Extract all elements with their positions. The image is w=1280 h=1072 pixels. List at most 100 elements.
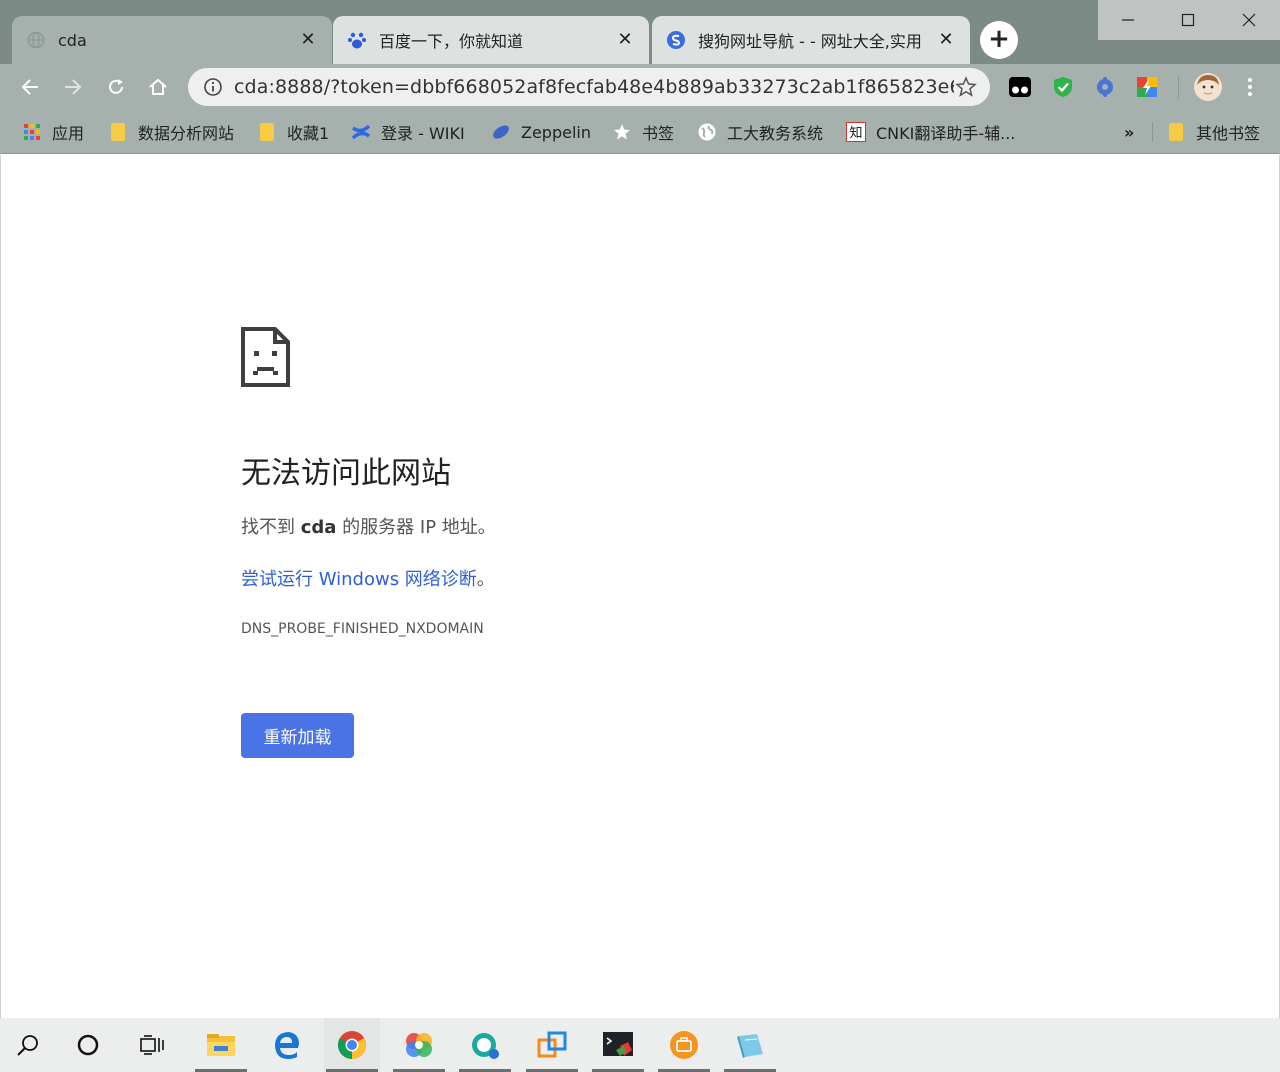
svg-text:知: 知 — [849, 125, 862, 141]
bookmark-wiki[interactable]: 登录 - WIKI — [351, 119, 465, 145]
bookmark-label: 登录 - WIKI — [381, 124, 465, 143]
bookmark-label: Zeppelin — [521, 122, 591, 142]
info-icon[interactable] — [202, 76, 224, 98]
toolbar: cda:8888/?token=dbbf668052af8fecfab48e4b… — [0, 64, 1280, 110]
tab-baidu[interactable]: 百度一下，你就知道 ✕ — [333, 16, 649, 64]
bookmark-folder-favorites[interactable]: 收藏1 — [257, 119, 329, 145]
search-icon — [17, 1035, 38, 1056]
bookmark-school-system[interactable]: 工大教务系统 — [697, 119, 823, 145]
diagnostics-punctuation: 。 — [476, 569, 495, 590]
baidu-paw-icon — [347, 30, 367, 50]
maximize-button[interactable] — [1158, 0, 1218, 40]
reload-page-button[interactable]: 重新加载 — [241, 713, 354, 758]
toolbox-icon — [670, 1031, 698, 1059]
task-view-icon — [140, 1035, 164, 1055]
taskbar-search[interactable] — [0, 1018, 56, 1072]
taskbar-remote-desktop[interactable] — [524, 1018, 580, 1072]
bookmarks-overflow-chevron[interactable]: » — [1124, 119, 1134, 145]
taskbar-toolbox[interactable] — [656, 1018, 712, 1072]
extension-shield[interactable] — [1050, 74, 1076, 100]
chrome-icon — [338, 1031, 366, 1059]
diagnostics-line: 尝试运行 Windows 网络诊断。 — [241, 565, 495, 591]
arrow-left-icon — [21, 79, 38, 95]
minimize-icon — [1122, 19, 1134, 21]
taskbar-notes[interactable] — [722, 1018, 778, 1072]
globe-icon — [697, 122, 717, 142]
home-button[interactable] — [141, 70, 175, 104]
error-title: 无法访问此网站 — [241, 456, 451, 491]
taskbar-edge[interactable] — [259, 1018, 315, 1072]
bookmark-label: 工大教务系统 — [727, 124, 824, 143]
new-tab-button[interactable]: + — [980, 21, 1018, 59]
confluence-icon — [351, 122, 371, 142]
file-explorer-icon — [207, 1034, 235, 1056]
taskbar-photos[interactable] — [391, 1018, 447, 1072]
address-bar[interactable]: cda:8888/?token=dbbf668052af8fecfab48e4b… — [188, 68, 990, 106]
url-text[interactable]: cda:8888/?token=dbbf668052af8fecfab48e4b… — [234, 76, 954, 98]
menu-button[interactable] — [1237, 74, 1263, 100]
bookmark-cnki[interactable]: 知 CNKI翻译助手-辅... — [846, 119, 1015, 145]
reload-button[interactable] — [99, 70, 133, 104]
bookmark-label: 数据分析网站 — [138, 124, 235, 143]
back-button[interactable] — [13, 70, 47, 104]
apps-grid-icon — [22, 122, 42, 142]
extension-gear[interactable] — [1092, 74, 1118, 100]
sogou-icon — [666, 30, 686, 50]
kebab-menu-icon — [1248, 78, 1252, 96]
taskbar — [0, 1018, 1280, 1072]
star-icon — [612, 122, 632, 142]
bookmark-label: 其他书签 — [1196, 124, 1261, 143]
error-host: cda — [300, 517, 337, 538]
bookmark-apps[interactable]: 应用 — [22, 119, 84, 145]
tab-sogou[interactable]: 搜狗网址导航 - - 网址大全,实用 ✕ — [652, 16, 970, 64]
browser-icon — [472, 1033, 499, 1059]
profile-avatar[interactable] — [1193, 72, 1223, 102]
tab-cda[interactable]: cda ✕ — [12, 16, 332, 64]
cortana-icon — [77, 1034, 99, 1056]
bookmark-other[interactable]: 其他书签 — [1166, 119, 1260, 145]
page-content: 无法访问此网站 找不到 cda 的服务器 IP 地址。 尝试运行 Windows… — [0, 155, 1280, 1018]
taskbar-terminal[interactable] — [590, 1018, 646, 1072]
tab-close-icon[interactable]: ✕ — [298, 30, 318, 50]
network-diagnostics-link[interactable]: 尝试运行 Windows 网络诊断 — [241, 569, 477, 590]
google-translate-icon — [1137, 77, 1157, 97]
photos-icon — [406, 1033, 432, 1057]
taskbar-file-explorer[interactable] — [193, 1018, 249, 1072]
close-window-button[interactable] — [1218, 0, 1280, 40]
error-message: 找不到 cda 的服务器 IP 地址。 — [241, 513, 496, 539]
taskbar-browser[interactable] — [457, 1018, 513, 1072]
minimize-button[interactable] — [1098, 0, 1158, 40]
close-icon — [1242, 13, 1256, 27]
taskbar-cortana[interactable] — [60, 1018, 116, 1072]
shield-check-icon — [1054, 77, 1072, 97]
taskbar-task-view[interactable] — [124, 1018, 180, 1072]
tab-close-icon[interactable]: ✕ — [615, 30, 635, 50]
error-message-suffix: 的服务器 IP 地址。 — [336, 517, 496, 538]
avatar-icon — [1194, 73, 1222, 101]
tab-title: 搜狗网址导航 - - 网址大全,实用 — [698, 32, 922, 51]
tab-close-icon[interactable]: ✕ — [936, 30, 956, 50]
bookmark-bookmarks[interactable]: 书签 — [612, 119, 674, 145]
tampermonkey-icon — [1009, 77, 1031, 97]
forward-button[interactable] — [56, 70, 90, 104]
gear-icon — [1097, 77, 1113, 97]
tab-title: 百度一下，你就知道 — [379, 32, 524, 51]
error-message-prefix: 找不到 — [241, 517, 301, 538]
taskbar-chrome[interactable] — [324, 1018, 380, 1072]
zeppelin-icon — [491, 122, 511, 142]
edge-icon — [275, 1032, 299, 1059]
tab-title: cda — [58, 30, 87, 50]
bookmark-folder-data-analysis[interactable]: 数据分析网站 — [108, 119, 234, 145]
extension-colorful[interactable] — [1134, 74, 1160, 100]
folder-icon — [1166, 122, 1186, 142]
bookmark-star-icon[interactable] — [954, 75, 978, 99]
bookmark-zeppelin[interactable]: Zeppelin — [491, 119, 591, 145]
extension-tampermonkey[interactable] — [1007, 74, 1033, 100]
cnki-icon: 知 — [846, 122, 866, 142]
bookmarks-divider — [1152, 122, 1153, 142]
arrow-right-icon — [65, 79, 82, 95]
remote-desktop-icon — [537, 1031, 567, 1058]
bookmark-label: 收藏1 — [287, 124, 330, 143]
globe-icon — [26, 30, 46, 50]
folder-icon — [257, 122, 277, 142]
